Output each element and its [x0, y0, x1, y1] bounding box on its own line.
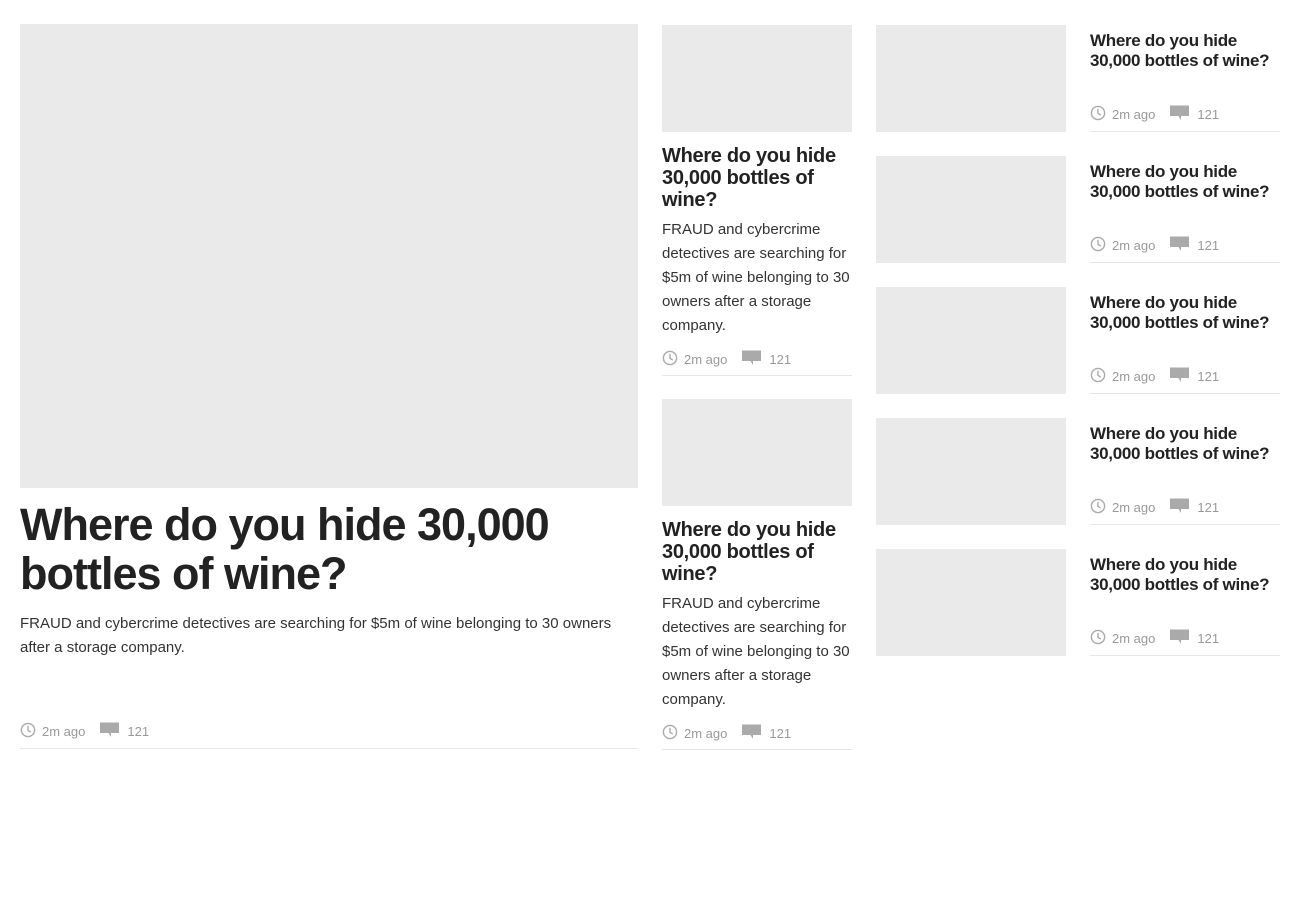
hero-summary: FRAUD and cybercrime detectives are sear…: [20, 615, 612, 656]
list-story-text: Where do you hide 30,000 bottles of wine…: [1090, 156, 1280, 263]
timestamp: 2m ago: [1112, 237, 1156, 253]
mid-story[interactable]: Where do you hide 30,000 bottles of wine…: [662, 25, 852, 376]
clock-icon: [662, 350, 678, 369]
story-meta: 2m ago 121: [20, 721, 149, 741]
comment-count[interactable]: 121: [1197, 238, 1219, 253]
comment-count[interactable]: 121: [1197, 369, 1219, 384]
comment-count[interactable]: 121: [1197, 107, 1219, 122]
list-story-text: Where do you hide 30,000 bottles of wine…: [1090, 549, 1280, 656]
comment-bubble-icon[interactable]: [1170, 104, 1190, 124]
comment-bubble-icon[interactable]: [1170, 497, 1190, 517]
list-story[interactable]: Where do you hide 30,000 bottles of wine…: [876, 418, 1280, 525]
clock-icon: [662, 724, 678, 743]
comment-bubble-icon[interactable]: [742, 349, 762, 369]
hero-image[interactable]: [20, 24, 638, 488]
comment-bubble-icon[interactable]: [1170, 235, 1190, 255]
clock-icon: [1090, 498, 1106, 517]
comment-count[interactable]: 121: [1197, 500, 1219, 515]
timestamp: 2m ago: [1112, 106, 1156, 122]
clock-icon: [1090, 629, 1106, 648]
timestamp: 2m ago: [684, 725, 728, 741]
mid-story[interactable]: Where do you hide 30,000 bottles of wine…: [662, 399, 852, 750]
list-story[interactable]: Where do you hide 30,000 bottles of wine…: [876, 25, 1280, 132]
clock-icon: [1090, 367, 1106, 386]
story-meta: 2m ago 121: [1090, 366, 1219, 386]
hero-headline[interactable]: Where do you hide 30,000 bottles of wine…: [20, 500, 638, 598]
timestamp: 2m ago: [1112, 368, 1156, 384]
timestamp: 2m ago: [42, 723, 86, 739]
story-headline[interactable]: Where do you hide 30,000 bottles of wine…: [1090, 293, 1280, 333]
story-meta: 2m ago 121: [1090, 497, 1219, 517]
story-image[interactable]: [662, 25, 852, 132]
list-story[interactable]: Where do you hide 30,000 bottles of wine…: [876, 549, 1280, 656]
story-meta: 2m ago 121: [1090, 235, 1219, 255]
story-thumbnail[interactable]: [876, 156, 1066, 263]
clock-icon: [1090, 105, 1106, 124]
story-headline[interactable]: Where do you hide 30,000 bottles of wine…: [662, 145, 852, 211]
list-story[interactable]: Where do you hide 30,000 bottles of wine…: [876, 287, 1280, 394]
comment-count[interactable]: 121: [127, 724, 149, 739]
comment-bubble-icon[interactable]: [1170, 628, 1190, 648]
clock-icon: [20, 722, 36, 741]
timestamp: 2m ago: [1112, 499, 1156, 515]
comment-bubble-icon[interactable]: [742, 723, 762, 743]
story-thumbnail[interactable]: [876, 418, 1066, 525]
story-summary: FRAUD and cybercrime detectives are sear…: [662, 595, 850, 708]
list-story-text: Where do you hide 30,000 bottles of wine…: [1090, 418, 1280, 525]
timestamp: 2m ago: [684, 351, 728, 367]
clock-icon: [1090, 236, 1106, 255]
comment-count[interactable]: 121: [769, 352, 791, 367]
story-meta: 2m ago 121: [1090, 104, 1219, 124]
hero-story[interactable]: Where do you hide 30,000 bottles of wine…: [20, 24, 638, 749]
list-story-text: Where do you hide 30,000 bottles of wine…: [1090, 25, 1280, 132]
story-headline[interactable]: Where do you hide 30,000 bottles of wine…: [1090, 424, 1280, 464]
comment-bubble-icon[interactable]: [100, 721, 120, 741]
list-story[interactable]: Where do you hide 30,000 bottles of wine…: [876, 156, 1280, 263]
story-meta: 2m ago 121: [662, 724, 852, 742]
story-headline[interactable]: Where do you hide 30,000 bottles of wine…: [1090, 162, 1280, 202]
story-meta: 2m ago 121: [662, 350, 852, 368]
story-meta: 2m ago 121: [1090, 628, 1219, 648]
story-thumbnail[interactable]: [876, 287, 1066, 394]
story-image[interactable]: [662, 399, 852, 506]
story-headline[interactable]: Where do you hide 30,000 bottles of wine…: [1090, 555, 1280, 595]
story-thumbnail[interactable]: [876, 549, 1066, 656]
story-headline[interactable]: Where do you hide 30,000 bottles of wine…: [1090, 31, 1280, 71]
story-headline[interactable]: Where do you hide 30,000 bottles of wine…: [662, 519, 852, 585]
list-story-text: Where do you hide 30,000 bottles of wine…: [1090, 287, 1280, 394]
comment-count[interactable]: 121: [1197, 631, 1219, 646]
comment-count[interactable]: 121: [769, 726, 791, 741]
timestamp: 2m ago: [1112, 630, 1156, 646]
story-thumbnail[interactable]: [876, 25, 1066, 132]
story-summary: FRAUD and cybercrime detectives are sear…: [662, 221, 850, 334]
comment-bubble-icon[interactable]: [1170, 366, 1190, 386]
